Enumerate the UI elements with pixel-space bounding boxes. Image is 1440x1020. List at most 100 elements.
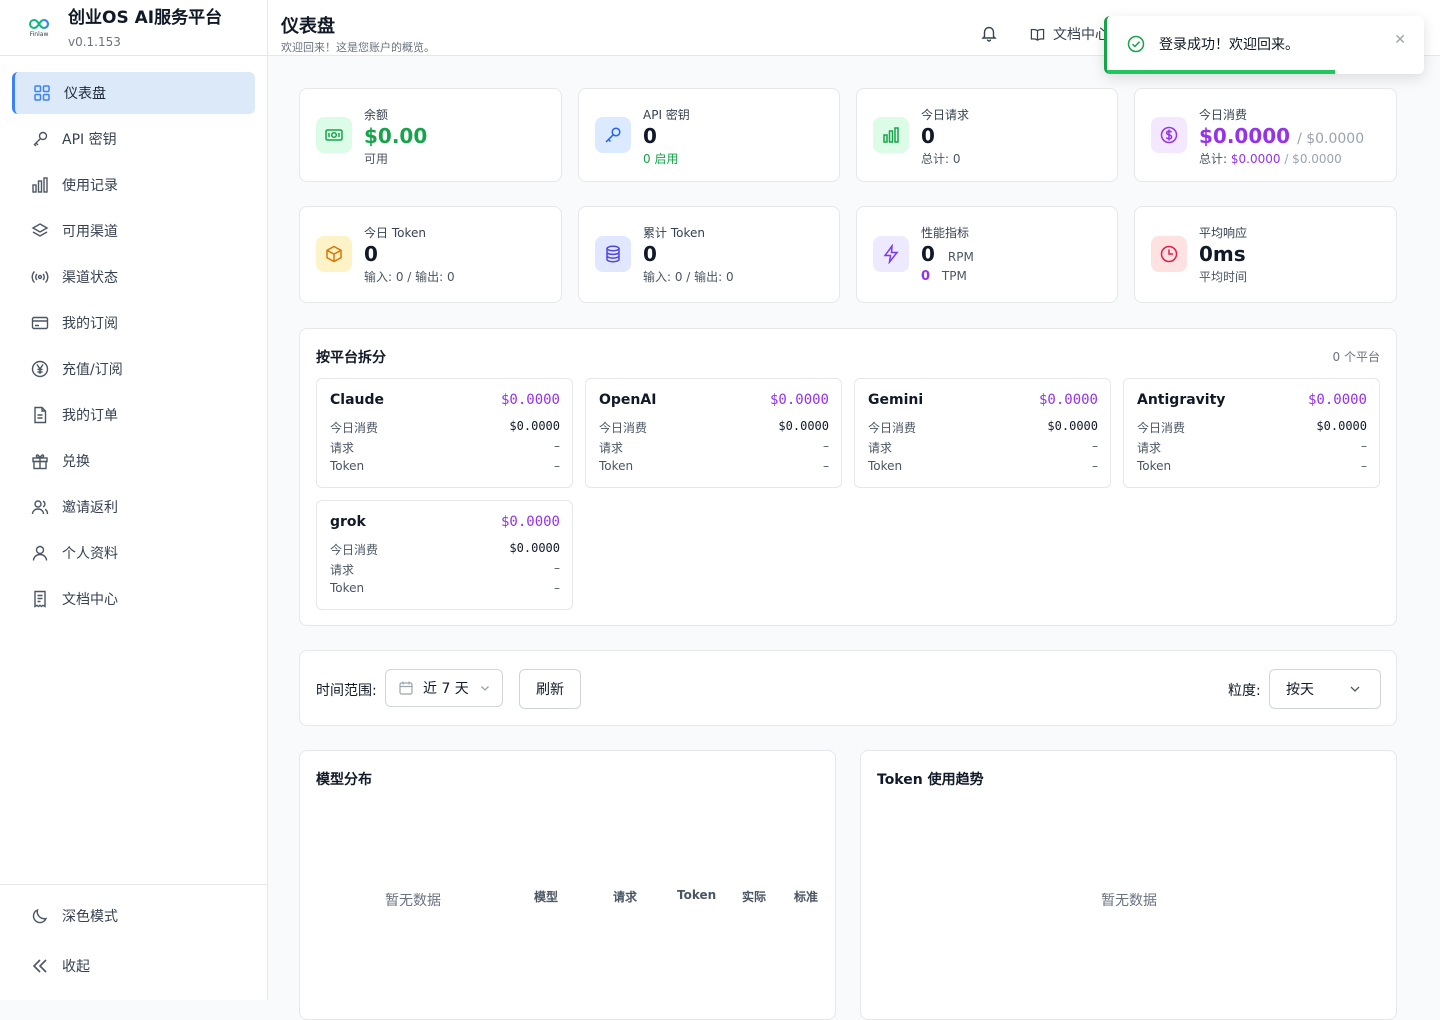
- sidebar-item-redeem[interactable]: 兑换: [12, 440, 255, 482]
- sidebar-item-usage[interactable]: 使用记录: [12, 164, 255, 206]
- stat-sub-row: 总计: $0.0000 / $0.0000: [1199, 150, 1342, 167]
- row-label: 请求: [330, 563, 355, 577]
- granularity-value: 按天: [1286, 682, 1314, 698]
- sidebar-item-label: 可用渠道: [62, 224, 118, 240]
- platform-amount: $0.0000: [500, 392, 560, 408]
- stat-sub-label: 总计:: [1199, 152, 1228, 166]
- model-distribution-panel: 模型分布 暂无数据 模型 请求 Token 实际 标准: [299, 750, 836, 1020]
- panel-title: 模型分布: [316, 772, 372, 788]
- column-header-model: 模型: [534, 890, 559, 904]
- stat-label: 今日请求: [921, 108, 970, 122]
- column-header-standard: 标准: [794, 890, 819, 904]
- platform-amount: $0.0000: [1038, 392, 1098, 408]
- row-today: 今日消费 $0.0000: [868, 419, 1098, 436]
- sidebar-item-profile[interactable]: 个人资料: [12, 532, 255, 574]
- rpm-row: 0 RPM: [921, 242, 974, 266]
- row-requests: 请求 –: [330, 439, 560, 456]
- platform-amount: $0.0000: [500, 514, 560, 530]
- api-keys-card: API 密钥 0 0 启用: [578, 88, 840, 182]
- stat-value: 0: [643, 124, 657, 148]
- refresh-label: 刷新: [536, 682, 564, 698]
- platform-card-openai: OpenAI $0.0000 今日消费 $0.0000 请求 – Token –: [585, 378, 842, 488]
- row-value: –: [554, 459, 560, 473]
- row-value: $0.0000: [509, 541, 560, 555]
- stat-value: 0: [364, 242, 378, 266]
- row-label: Token: [868, 459, 903, 473]
- row-token: Token –: [330, 459, 560, 473]
- row-token: Token –: [1137, 459, 1367, 473]
- platform-card-grok: grok $0.0000 今日消费 $0.0000 请求 – Token –: [316, 500, 573, 610]
- sidebar-item-label: 我的订单: [62, 408, 118, 424]
- docs-link[interactable]: 文档中心: [1030, 24, 1109, 44]
- user-icon: [30, 543, 50, 563]
- avg-response-card: 平均响应 0ms 平均时间: [1134, 206, 1397, 303]
- platform-card-gemini: Gemini $0.0000 今日消费 $0.0000 请求 – Token –: [854, 378, 1111, 488]
- moon-icon: [30, 906, 50, 926]
- clock-icon: [1151, 236, 1187, 272]
- check-circle-icon: [1127, 35, 1145, 57]
- stat-label: 平均响应: [1199, 226, 1248, 240]
- row-label: 请求: [599, 441, 624, 455]
- sidebar-item-label: 仪表盘: [64, 86, 106, 102]
- stat-label: 今日 Token: [364, 226, 426, 240]
- sidebar-item-dashboard[interactable]: 仪表盘: [12, 72, 255, 114]
- granularity-select[interactable]: 按天: [1269, 669, 1381, 709]
- stat-sub: 平均时间: [1199, 270, 1248, 284]
- row-today: 今日消费 $0.0000: [599, 419, 829, 436]
- today-cost-card: 今日消费 $0.0000 / $0.0000 总计: $0.0000 / $0.…: [1134, 88, 1397, 182]
- chevrons-left-icon: [30, 956, 50, 976]
- page-title: 仪表盘: [281, 16, 335, 37]
- today-token-card: 今日 Token 0 输入: 0 / 输出: 0: [299, 206, 562, 303]
- docs-link-label: 文档中心: [1053, 27, 1109, 43]
- bell-icon[interactable]: [980, 24, 998, 46]
- brand: Finlaw 创业OS AI服务平台 v0.1.153: [0, 0, 267, 56]
- stat-label: 性能指标: [921, 226, 970, 240]
- stat-label: 今日消费: [1199, 108, 1248, 122]
- app-logo[interactable]: Finlaw: [26, 13, 52, 43]
- sidebar-item-docs[interactable]: 文档中心: [12, 578, 255, 620]
- granularity-label: 粒度:: [1228, 683, 1261, 699]
- platform-name: OpenAI: [599, 392, 657, 408]
- toast-message: 登录成功！欢迎回来。: [1159, 37, 1299, 53]
- refresh-button[interactable]: 刷新: [519, 669, 581, 709]
- row-requests: 请求 –: [330, 561, 560, 578]
- users-icon: [30, 497, 50, 517]
- book-icon: [1030, 27, 1045, 42]
- row-requests: 请求 –: [599, 439, 829, 456]
- token-trend-panel: Token 使用趋势 暂无数据: [860, 750, 1397, 1020]
- performance-card: 性能指标 0 RPM 0 TPM: [856, 206, 1118, 303]
- sidebar-item-subscriptions[interactable]: 我的订阅: [12, 302, 255, 344]
- sidebar-item-channel-status[interactable]: 渠道状态: [12, 256, 255, 298]
- bar-chart-icon: [873, 117, 909, 153]
- key-icon: [595, 117, 631, 153]
- chevron-down-icon: [1348, 682, 1362, 696]
- balance-card: 余额 $0.00 可用: [299, 88, 562, 182]
- platform-count: 0 个平台: [1332, 350, 1380, 364]
- cube-icon: [316, 236, 352, 272]
- sidebar-item-api-keys[interactable]: API 密钥: [12, 118, 255, 160]
- row-label: Token: [599, 459, 634, 473]
- stat-sub: 输入: 0 / 输出: 0: [643, 270, 734, 284]
- collapse-sidebar-button[interactable]: 收起: [12, 945, 255, 987]
- tpm-value: 0: [921, 269, 931, 284]
- stat-sub: 0 启用: [643, 152, 679, 166]
- platform-breakdown: 按平台拆分 0 个平台 Claude $0.0000 今日消费 $0.0000 请…: [299, 328, 1397, 626]
- sidebar-item-recharge[interactable]: 充值/订阅: [12, 348, 255, 390]
- stat-sub: 总计: 0: [921, 152, 961, 166]
- date-range-select[interactable]: 近 7 天: [385, 669, 503, 707]
- row-label: 今日消费: [330, 543, 379, 557]
- sidebar-item-referral[interactable]: 邀请返利: [12, 486, 255, 528]
- close-icon[interactable]: ✕: [1394, 32, 1406, 48]
- section-title: 按平台拆分: [316, 350, 386, 366]
- tpm-row: 0 TPM: [921, 269, 967, 284]
- row-value: –: [823, 459, 829, 473]
- sidebar-item-channels[interactable]: 可用渠道: [12, 210, 255, 252]
- row-today: 今日消费 $0.0000: [330, 541, 560, 558]
- platform-amount: $0.0000: [769, 392, 829, 408]
- sidebar-item-label: 我的订阅: [62, 316, 118, 332]
- row-label: Token: [330, 459, 365, 473]
- platform-name: Gemini: [868, 392, 924, 408]
- row-value: –: [1361, 439, 1367, 453]
- sidebar-item-orders[interactable]: 我的订单: [12, 394, 255, 436]
- dark-mode-toggle[interactable]: 深色模式: [12, 895, 255, 937]
